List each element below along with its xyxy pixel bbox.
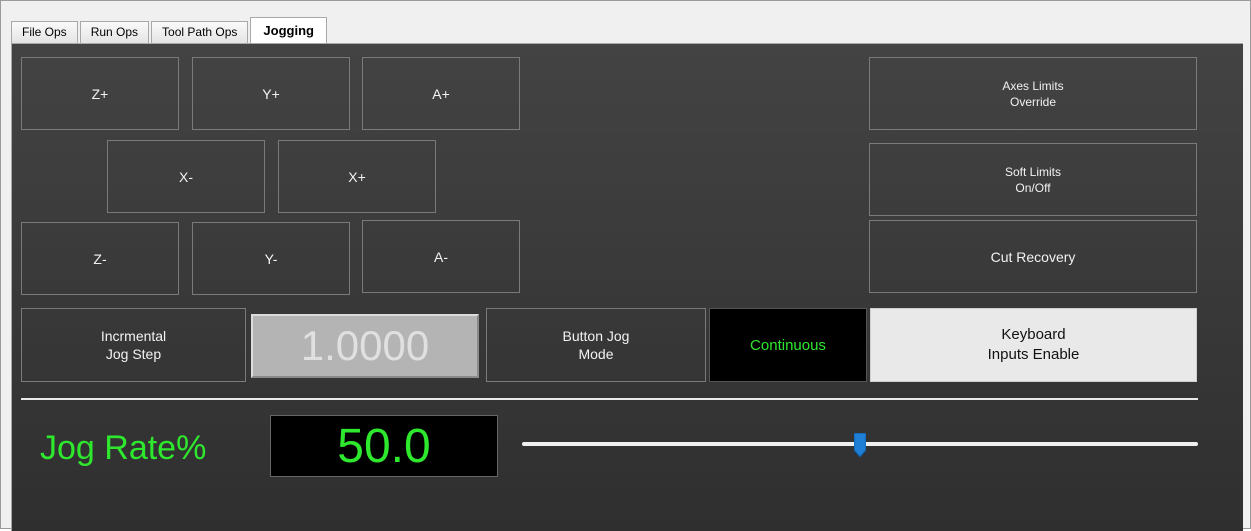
jog-a-minus-button[interactable]: A- [362, 220, 520, 293]
tab-tool-path-ops[interactable]: Tool Path Ops [151, 21, 249, 43]
button-jog-mode-button[interactable]: Button Jog Mode [486, 308, 706, 382]
axes-limits-override-button[interactable]: Axes Limits Override [869, 57, 1197, 130]
jogging-panel: Z+ Y+ A+ Axes Limits Override X- X+ Soft… [11, 43, 1243, 531]
jog-z-plus-button[interactable]: Z+ [21, 57, 179, 130]
cut-recovery-button[interactable]: Cut Recovery [869, 220, 1197, 293]
jog-rate-readout: 50.0 [270, 415, 498, 477]
jog-z-minus-button[interactable]: Z- [21, 222, 179, 295]
jog-step-input[interactable] [251, 314, 479, 378]
app-window: File Ops Run Ops Tool Path Ops Jogging Z… [0, 0, 1251, 531]
soft-limits-button[interactable]: Soft Limits On/Off [869, 143, 1197, 216]
jog-x-minus-button[interactable]: X- [107, 140, 265, 213]
tab-bar: File Ops Run Ops Tool Path Ops Jogging [11, 17, 329, 43]
jog-x-plus-button[interactable]: X+ [278, 140, 436, 213]
jog-rate-label: Jog Rate% [40, 429, 207, 467]
jog-rate-slider-thumb[interactable] [854, 433, 866, 457]
jog-y-minus-button[interactable]: Y- [192, 222, 350, 295]
jog-a-plus-button[interactable]: A+ [362, 57, 520, 130]
incremental-jog-step-button[interactable]: Incrmental Jog Step [21, 308, 246, 382]
jog-y-plus-button[interactable]: Y+ [192, 57, 350, 130]
jog-mode-indicator: Continuous [709, 308, 867, 382]
keyboard-inputs-enable-button[interactable]: Keyboard Inputs Enable [870, 308, 1197, 382]
tab-file-ops[interactable]: File Ops [11, 21, 78, 43]
divider [21, 398, 1198, 400]
tab-jogging[interactable]: Jogging [250, 17, 327, 43]
tab-run-ops[interactable]: Run Ops [79, 21, 150, 43]
